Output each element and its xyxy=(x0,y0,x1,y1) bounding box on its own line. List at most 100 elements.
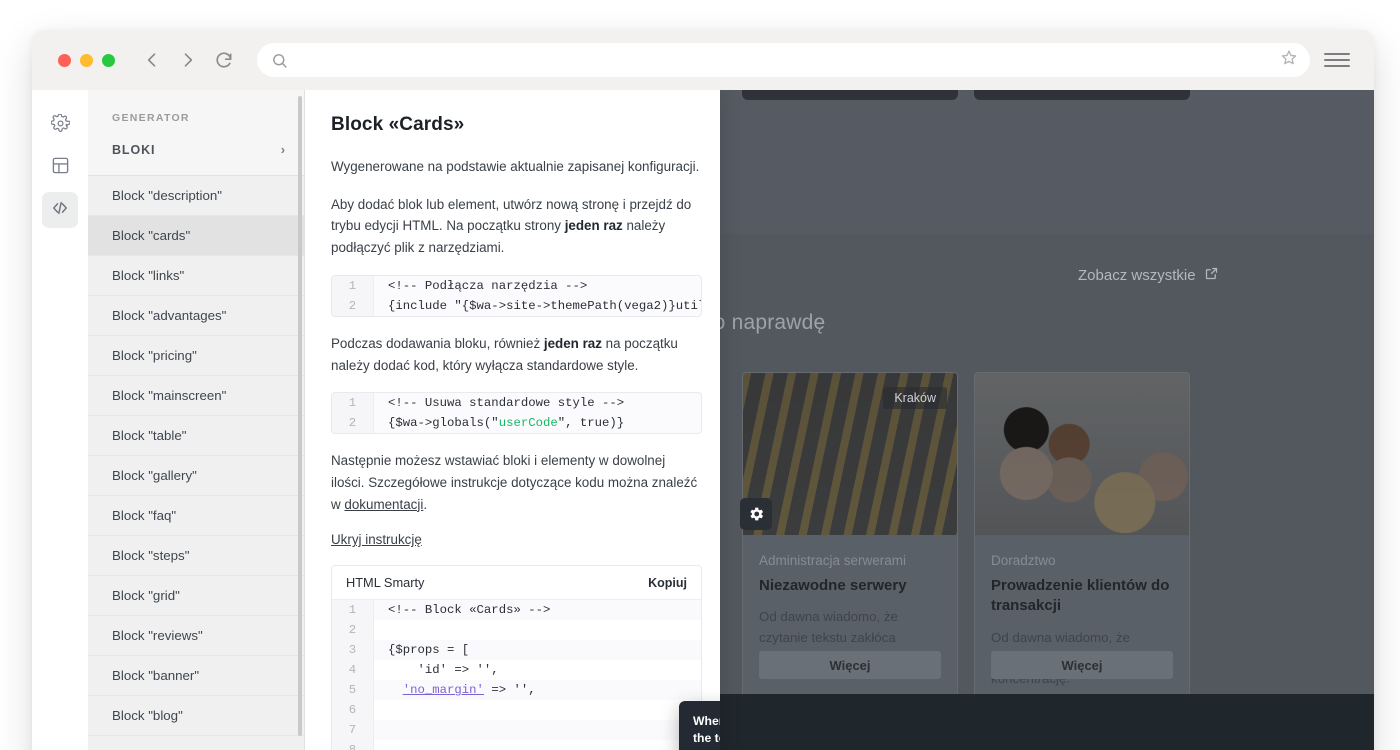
code-line: 1 <!-- Block «Cards» --> xyxy=(332,600,701,621)
list-item-label: Block "cards" xyxy=(112,228,191,243)
card-kicker: Doradztwo xyxy=(991,553,1056,568)
card-image-photo xyxy=(975,373,1189,535)
rail-item-code[interactable] xyxy=(42,192,78,228)
code-text: <!-- Podłącza narzędzia --> xyxy=(388,278,588,293)
block-documentation: Block «Cards» Wygenerowane na podstawie … xyxy=(305,90,720,750)
line-number: 4 xyxy=(332,660,374,681)
rail-item-layout[interactable] xyxy=(42,150,78,186)
address-bar[interactable] xyxy=(257,43,1310,77)
code-prop-name[interactable]: 'no_margin' xyxy=(403,683,484,697)
line-number: 1 xyxy=(332,275,374,296)
window-traffic-lights xyxy=(58,53,115,67)
line-number: 1 xyxy=(332,393,374,414)
doc-paragraph-1: Wygenerowane na podstawie aktualnie zapi… xyxy=(331,159,700,174)
sidebar-header: GENERATOR BLOKI › xyxy=(88,90,304,176)
content-card[interactable]: Kraków Administracja serwerami Niezawodn… xyxy=(742,372,958,704)
sidebar-block-list: Block "description" Block "cards" Block "l… xyxy=(88,176,304,736)
browser-menu-button[interactable] xyxy=(1324,47,1350,73)
list-item-label: Block "pricing" xyxy=(112,348,197,363)
list-item-label: Block "reviews" xyxy=(112,628,203,643)
code-line: 2 {include "{$wa->site->themePath(vega2)… xyxy=(332,295,701,316)
code-panel: HTML Smarty Kopiuj 1 <!-- Block «Cards» -… xyxy=(331,565,702,750)
menu-line xyxy=(1324,65,1350,67)
tooltip-main-text: When set to true, it removes the top mar… xyxy=(693,714,720,746)
product-card[interactable]: 19 produktów xyxy=(742,90,958,100)
doc-paragraph-2: Aby dodać blok lub element, utwórz nową … xyxy=(331,194,702,259)
list-item[interactable]: Block "advantages" xyxy=(88,296,304,336)
sidebar-group-bloki[interactable]: BLOKI › xyxy=(88,132,304,175)
sidebar-group-label: BLOKI xyxy=(112,142,156,157)
content-card[interactable]: Doradztwo Prowadzenie klientów do transa… xyxy=(974,372,1190,704)
list-item[interactable]: Block "links" xyxy=(88,256,304,296)
code-string: userCode xyxy=(498,416,558,431)
see-all-link[interactable]: Zobacz wszystkie xyxy=(1078,266,1219,285)
maximize-window-button[interactable] xyxy=(102,53,115,67)
line-number: 3 xyxy=(332,640,374,661)
list-item[interactable]: Block "grid" xyxy=(88,576,304,616)
property-tooltip: When set to true, it removes the top mar… xyxy=(679,701,720,750)
generator-panel: GENERATOR BLOKI › Block "description" Blo… xyxy=(32,90,720,750)
list-item[interactable]: Block "mainscreen" xyxy=(88,376,304,416)
external-link-icon xyxy=(1204,266,1219,285)
blocks-sidebar: GENERATOR BLOKI › Block "description" Blo… xyxy=(88,90,305,750)
list-item[interactable]: Block "description" xyxy=(88,176,304,216)
screenshot-root: 19 produktów 7 produktów Zobacz wszystki… xyxy=(0,0,1400,750)
sidebar-scrollbar[interactable] xyxy=(298,96,302,736)
chevron-right-icon: › xyxy=(280,142,286,157)
list-item[interactable]: Block "faq" xyxy=(88,496,304,536)
list-item[interactable]: Block "steps" xyxy=(88,536,304,576)
gear-icon[interactable] xyxy=(740,498,772,530)
url-input[interactable] xyxy=(298,52,1296,68)
code-pre: {$wa->globals(" xyxy=(388,416,499,431)
list-item-label: Block "blog" xyxy=(112,708,183,723)
doc-p4-part-b: . xyxy=(423,496,428,512)
close-window-button[interactable] xyxy=(58,53,71,67)
list-item[interactable]: Block "pricing" xyxy=(88,336,304,376)
card-more-button[interactable]: Więcej xyxy=(991,651,1173,679)
layout-icon xyxy=(51,156,70,180)
card-body: Administracja serwerami Niezawodne serwe… xyxy=(743,535,957,669)
doc-p3-part-a: Podczas dodawania bloku, również xyxy=(331,335,544,351)
code-text: <!-- Block «Cards» --> xyxy=(374,600,701,621)
code-text: {include "{$wa->site->themePath(vega2)}u… xyxy=(388,298,701,313)
browser-toolbar xyxy=(32,30,1374,90)
card-title: Niezawodne serwery xyxy=(759,577,907,594)
code-line: 1 <!-- Podłącza narzędzia --> xyxy=(332,275,701,296)
list-item[interactable]: Block "gallery" xyxy=(88,456,304,496)
card-more-button[interactable]: Więcej xyxy=(759,651,941,679)
list-item-label: Block "links" xyxy=(112,268,185,283)
list-item[interactable]: Block "blog" xyxy=(88,696,304,736)
minimize-window-button[interactable] xyxy=(80,53,93,67)
code-block-globals: 1 <!-- Usuwa standardowe style --> 2 {$w… xyxy=(331,392,702,435)
code-text: 'no_margin' => '', xyxy=(374,680,701,701)
forward-button[interactable] xyxy=(175,47,201,73)
list-item[interactable]: Block "reviews" xyxy=(88,616,304,656)
list-item-label: Block "faq" xyxy=(112,508,177,523)
hide-instructions-link[interactable]: Ukryj instrukcję xyxy=(331,532,422,547)
code-line: 5 'no_margin' => '', xyxy=(332,680,701,701)
code-icon xyxy=(50,198,70,223)
list-item[interactable]: Block "cards" xyxy=(88,216,304,256)
code-line: 6 xyxy=(332,700,701,721)
list-item[interactable]: Block "banner" xyxy=(88,656,304,696)
line-number: 2 xyxy=(332,620,374,641)
back-button[interactable] xyxy=(139,47,165,73)
documentation-link[interactable]: dokumentacji xyxy=(344,497,423,512)
bookmark-star-icon[interactable] xyxy=(1280,49,1298,72)
list-item-label: Block "advantages" xyxy=(112,308,227,323)
code-line: 7 xyxy=(332,720,701,741)
reload-button[interactable] xyxy=(211,47,237,73)
rail-item-settings[interactable] xyxy=(42,108,78,144)
code-line: 3 {$props = [ xyxy=(332,640,701,661)
list-item[interactable]: Block "table" xyxy=(88,416,304,456)
copy-button[interactable]: Kopiuj xyxy=(648,576,687,590)
code-text xyxy=(374,720,701,741)
card-image: Kraków xyxy=(743,373,957,535)
page-viewport: 19 produktów 7 produktów Zobacz wszystki… xyxy=(32,90,1374,750)
product-card[interactable]: 7 produktów xyxy=(974,90,1190,100)
browser-window: 19 produktów 7 produktów Zobacz wszystki… xyxy=(32,30,1374,750)
doc-p3-bold: jeden raz xyxy=(543,335,602,351)
icon-rail xyxy=(32,90,88,750)
